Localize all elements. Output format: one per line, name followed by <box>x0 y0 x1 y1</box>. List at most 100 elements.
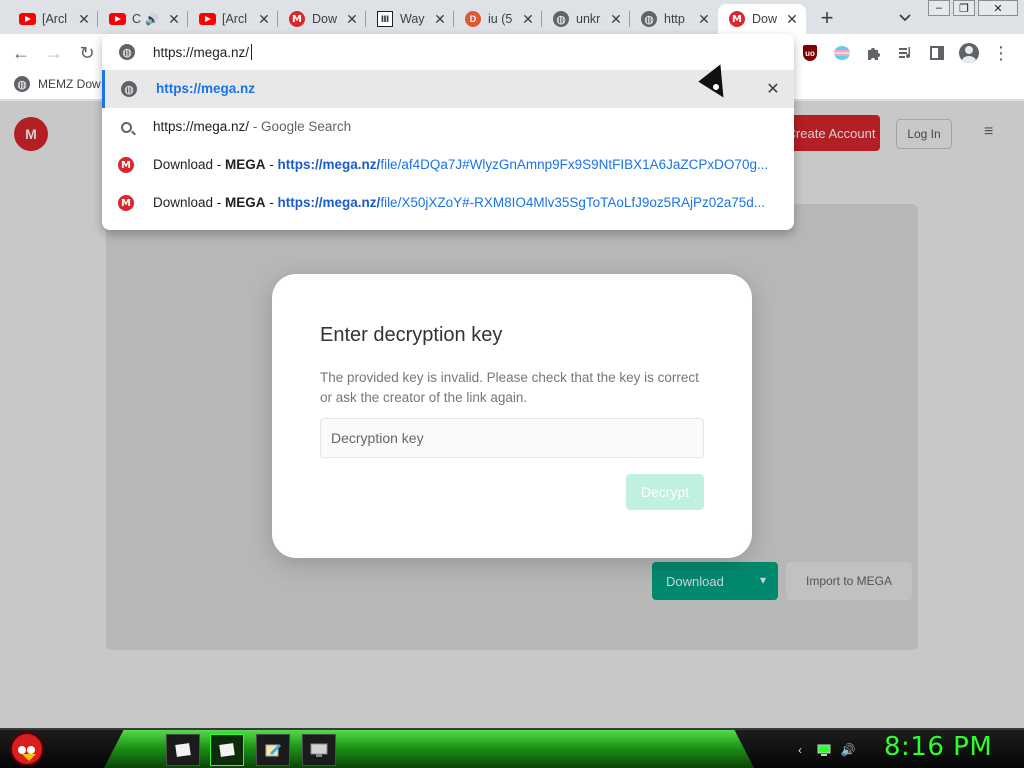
pen-paper-icon <box>265 744 281 757</box>
close-window-button[interactable]: ✕ <box>978 0 1018 16</box>
tab-3[interactable]: [Arcl ✕ <box>188 4 278 34</box>
mega-icon: M <box>728 10 746 28</box>
taskbar-launcher-button[interactable] <box>302 734 336 766</box>
volume-speaker-icon[interactable]: 🔊 <box>840 742 856 758</box>
close-tab-icon[interactable]: ✕ <box>166 11 182 27</box>
tab-strip: [Arcl ✕ C 🔊 ✕ [Arcl ✕ M Dow ✕ Ⅲ Way ✕ D … <box>0 0 1024 34</box>
start-button-angry-bird-icon[interactable] <box>10 732 44 766</box>
duckduckgo-icon: D <box>464 10 482 28</box>
tab-4[interactable]: M Dow ✕ <box>278 4 366 34</box>
window-icon <box>175 743 191 757</box>
minimize-button[interactable]: – <box>928 0 950 16</box>
tab-7[interactable]: ◍ unkr ✕ <box>542 4 630 34</box>
close-tab-icon[interactable]: ✕ <box>608 11 624 27</box>
close-tab-icon[interactable]: ✕ <box>344 11 360 27</box>
tab-title: Dow <box>752 12 778 26</box>
tray-chevron-icon[interactable]: ‹ <box>792 742 808 758</box>
youtube-icon <box>108 10 126 28</box>
mega-icon: M <box>288 10 306 28</box>
decryption-key-dialog: Enter decryption key The provided key is… <box>272 274 752 558</box>
taskbar-window-button[interactable] <box>210 734 244 766</box>
suggestion-title: Download - <box>153 157 226 172</box>
taskbar: ‹ 🔊 8:16 PM <box>0 728 1024 768</box>
tab-title: unkr <box>576 12 601 26</box>
audio-playing-icon[interactable]: 🔊 <box>145 13 162 26</box>
tab-active[interactable]: M Dow ✕ <box>718 4 806 34</box>
network-monitor-icon[interactable] <box>816 742 832 758</box>
tab-title: http <box>664 12 685 26</box>
reload-button[interactable]: ↻ <box>74 40 100 66</box>
tab-title: Way <box>400 12 425 26</box>
tab-title: [Arcl <box>42 12 67 26</box>
tab-search-chevron-icon[interactable] <box>893 7 917 29</box>
suggestion-url-match: https://mega.nz/ <box>277 157 381 172</box>
bookmark-label: MEMZ Dow <box>38 77 101 91</box>
address-input[interactable]: https://mega.nz/ <box>153 44 253 60</box>
suggestion-url-rest: file/X50jXZoY#-RXM8IO4Mlv35SgToTAoLfJ9oz… <box>380 195 766 210</box>
suggestion-item[interactable]: ◍ https://mega.nz ✕ <box>102 70 794 108</box>
globe-icon: ◍ <box>121 81 137 97</box>
suggestion-item[interactable]: M Download - MEGA - https://mega.nz/file… <box>102 146 794 184</box>
suggestion-title-bold: MEGA <box>225 157 266 172</box>
taskbar-clock[interactable]: 8:16 PM <box>884 732 992 762</box>
youtube-icon <box>18 10 36 28</box>
tab-5[interactable]: Ⅲ Way ✕ <box>366 4 454 34</box>
wayback-machine-icon: Ⅲ <box>376 10 394 28</box>
youtube-icon <box>198 10 216 28</box>
globe-icon: ◍ <box>640 10 658 28</box>
suggestion-title-bold: MEGA <box>225 195 266 210</box>
dialog-message: The provided key is invalid. Please chec… <box>320 370 699 405</box>
taskbar-launcher-button[interactable] <box>256 734 290 766</box>
dialog-title: Enter decryption key <box>320 324 503 346</box>
tab-8[interactable]: ◍ http ✕ <box>630 4 718 34</box>
suggestion-url-match: https://mega.nz/ <box>277 195 381 210</box>
suggestion-url: https://mega.nz <box>156 81 256 96</box>
trans-flag-extension-icon[interactable] <box>832 43 852 63</box>
close-tab-icon[interactable]: ✕ <box>784 11 800 27</box>
extensions-puzzle-icon[interactable] <box>864 43 884 63</box>
close-tab-icon[interactable]: ✕ <box>520 11 536 27</box>
profile-avatar-icon[interactable] <box>959 43 979 63</box>
back-button[interactable]: ← <box>8 40 34 66</box>
omnibox-dropdown: ◍ https://mega.nz/ ◍ https://mega.nz ✕ h… <box>102 34 794 230</box>
bookmark-memz[interactable]: ◍ MEMZ Dow <box>14 76 101 92</box>
suggestion-item[interactable]: https://mega.nz/ - Google Search <box>102 108 794 146</box>
close-tab-icon[interactable]: ✕ <box>696 11 712 27</box>
ublock-origin-icon[interactable]: uo <box>800 43 820 63</box>
maximize-button[interactable]: ❐ <box>953 0 975 16</box>
suggestion-item[interactable]: M Download - MEGA - https://mega.nz/file… <box>102 184 794 222</box>
new-tab-button[interactable]: + <box>815 5 839 30</box>
tab-title: [Arcl <box>222 12 247 26</box>
taskbar-window-button[interactable] <box>166 734 200 766</box>
tab-6[interactable]: D iu (5 ✕ <box>454 4 542 34</box>
suggestion-suffix: - Google Search <box>249 119 352 134</box>
window-icon <box>219 743 235 757</box>
mouse-cursor-eye-icon <box>711 82 721 92</box>
search-icon <box>118 119 134 135</box>
globe-icon: ◍ <box>552 10 570 28</box>
tab-title: C <box>132 12 142 26</box>
taskbar-glow <box>104 730 754 768</box>
tab-2[interactable]: C 🔊 ✕ <box>98 4 188 34</box>
address-bar[interactable]: ◍ https://mega.nz/ <box>102 34 794 70</box>
media-control-icon[interactable] <box>896 43 916 63</box>
browser-menu-icon[interactable]: ⋮ <box>991 43 1011 63</box>
globe-icon: ◍ <box>119 44 135 60</box>
tab-title: Dow <box>312 12 338 26</box>
tab-title: iu (5 <box>488 12 513 26</box>
suggestion-separator: - <box>265 157 278 172</box>
decryption-key-input[interactable] <box>320 418 704 458</box>
close-tab-icon[interactable]: ✕ <box>432 11 448 27</box>
side-panel-icon[interactable] <box>927 43 947 63</box>
suggestion-query: https://mega.nz/ <box>153 119 250 134</box>
suggestion-url-rest: file/af4DQa7J#WlyzGnAmnp9Fx9S9NtFIBX1A6J… <box>380 157 769 172</box>
remove-suggestion-icon[interactable]: ✕ <box>764 80 782 98</box>
tab-1[interactable]: [Arcl ✕ <box>0 4 98 34</box>
decrypt-button[interactable]: Decrypt <box>626 474 704 510</box>
close-tab-icon[interactable]: ✕ <box>76 11 92 27</box>
close-tab-icon[interactable]: ✕ <box>256 11 272 27</box>
forward-button[interactable]: → <box>41 40 67 66</box>
mega-icon: M <box>118 157 134 173</box>
suggestion-separator: - <box>265 195 278 210</box>
mega-icon: M <box>118 195 134 211</box>
